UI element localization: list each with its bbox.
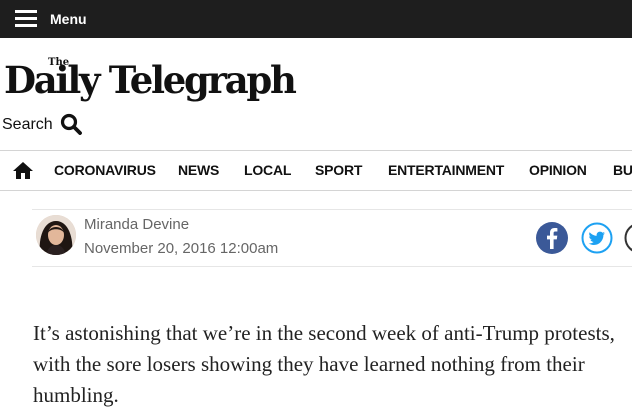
author-avatar[interactable]: [36, 215, 76, 255]
nav-item-local[interactable]: LOCAL: [244, 162, 291, 178]
top-bar: Menu: [0, 0, 632, 38]
nav-item-entertainment[interactable]: ENTERTAINMENT: [388, 162, 504, 178]
article-byline: Miranda Devine November 20, 2016 12:00am: [32, 209, 632, 267]
menu-button[interactable]: Menu: [15, 10, 87, 28]
share-more-icon[interactable]: [624, 222, 632, 259]
hamburger-icon[interactable]: [15, 10, 37, 28]
nav-item-news[interactable]: NEWS: [178, 162, 219, 178]
menu-label[interactable]: Menu: [50, 11, 87, 27]
nav-item-opinion[interactable]: OPINION: [529, 162, 587, 178]
twitter-icon[interactable]: [581, 222, 613, 259]
nav-item-business[interactable]: BU: [613, 162, 632, 178]
search-button[interactable]: Search: [2, 109, 82, 140]
facebook-icon[interactable]: [536, 222, 568, 259]
article-intro: It’s astonishing that we’re in the secon…: [33, 321, 615, 407]
masthead-name: Daily Telegraph: [4, 58, 297, 102]
home-icon[interactable]: [13, 162, 33, 184]
nav-item-coronavirus[interactable]: CORONAVIRUS: [54, 162, 156, 178]
magnifier-icon[interactable]: [60, 113, 82, 140]
nav-item-sport[interactable]: SPORT: [315, 162, 362, 178]
section-nav: CORONAVIRUS NEWS LOCAL SPORT ENTERTAINME…: [0, 150, 632, 191]
author-name[interactable]: Miranda Devine: [84, 216, 189, 233]
publish-date: November 20, 2016 12:00am: [84, 240, 279, 257]
search-label[interactable]: Search: [2, 116, 53, 134]
